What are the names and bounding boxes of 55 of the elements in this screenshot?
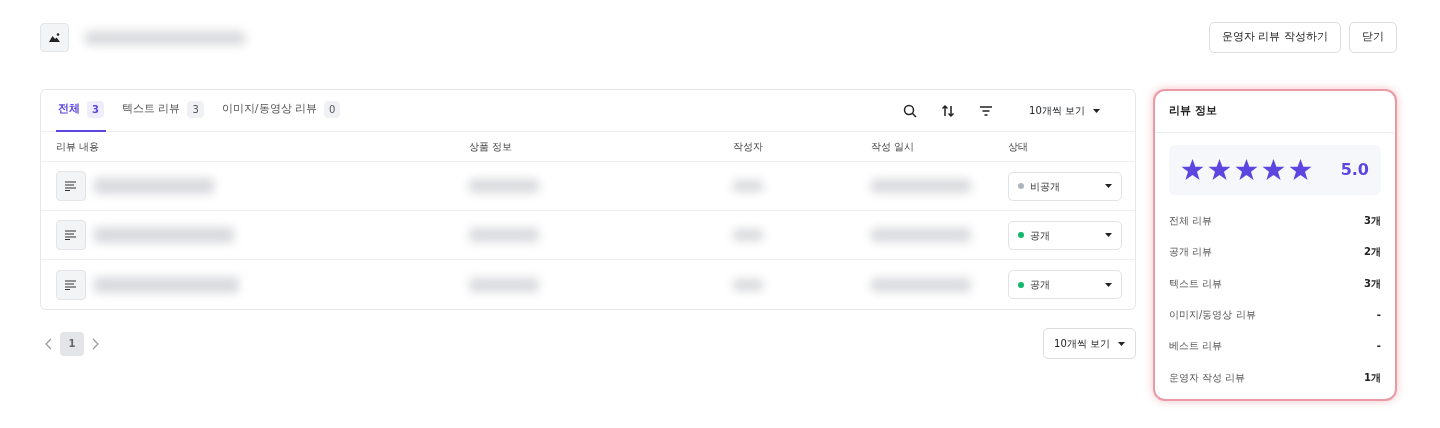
stat-value: - [1376,339,1381,354]
blurred-text [733,278,763,291]
header-button[interactable]: 운영자 리뷰 작성하기 [1209,22,1341,53]
caret-icon [1093,108,1100,113]
column-header: 리뷰 내용 [56,141,100,152]
stat-label: 전체 리뷰 [1169,214,1213,229]
image-placeholder-icon [40,23,69,52]
star-icon [1262,159,1285,181]
stat-label: 공개 리뷰 [1169,245,1213,260]
star-icon [1181,159,1204,181]
column-header: 상품 정보 [469,141,513,152]
column-header: 작성자 [733,141,763,152]
page-button[interactable]: 1 [60,331,84,356]
text-review-icon[interactable] [56,171,86,201]
tab[interactable]: 이미지/동영상 리뷰 0 [219,89,343,132]
blurred-text [469,277,539,292]
status-dropdown[interactable]: 공개 [1008,270,1122,299]
caret-icon [1105,282,1112,287]
stat-label: 베스트 리뷰 [1169,339,1223,354]
status-dropdown[interactable]: 비공개 [1008,171,1122,201]
stat-label: 운영자 작성 리뷰 [1169,370,1246,385]
panel-title: 리뷰 정보 [1155,91,1395,133]
stat-value: 2개 [1364,245,1381,260]
text-review-icon[interactable] [56,269,86,300]
tab[interactable]: 텍스트 리뷰 3 [119,89,206,132]
header-button[interactable]: 닫기 [1349,22,1397,53]
tab[interactable]: 전체 3 [56,89,106,132]
column-header: 작성 일시 [871,141,915,152]
tab-count: 3 [87,101,104,118]
blurred-text [733,180,763,192]
stat-label: 이미지/동영상 리뷰 [1169,308,1256,323]
star-icon [1289,159,1312,181]
tab-count: 3 [187,101,204,118]
stat-label: 텍스트 리뷰 [1169,276,1223,291]
blurred-text [469,179,539,193]
star-icon [1208,159,1231,181]
next-page-icon[interactable] [92,337,99,350]
stat-value: - [1376,308,1381,323]
stat-value: 3개 [1364,214,1381,229]
status-dropdown[interactable]: 공개 [1008,220,1122,250]
stat-value: 3개 [1364,276,1381,291]
caret-icon [1105,184,1112,188]
rating-score: 5.0 [1340,159,1369,181]
star-icon [1235,159,1258,181]
caret-icon [1105,233,1112,237]
page-size-dropdown[interactable]: 10개씩 보기 [1043,328,1136,359]
blurred-text [733,229,763,241]
text-review-icon[interactable] [56,220,86,250]
previous-page-icon[interactable] [45,337,52,350]
column-header: 상태 [1008,141,1028,152]
page-size-dropdown[interactable]: 10개씩 보기 [1021,99,1108,122]
caret-icon [1118,341,1125,346]
blurred-text [469,228,539,242]
stat-value: 1개 [1364,370,1381,385]
tab-count: 0 [324,101,341,118]
